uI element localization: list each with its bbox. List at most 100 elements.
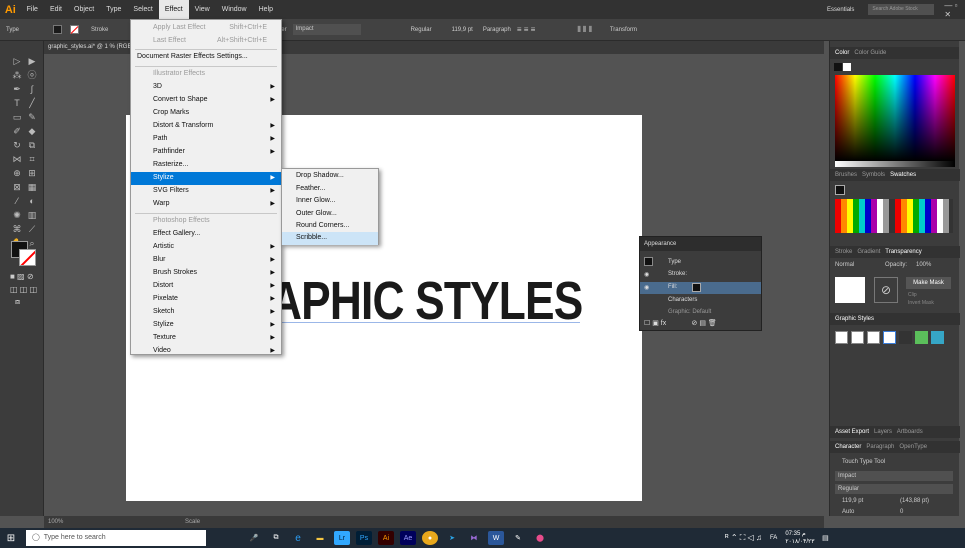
after-effects-icon[interactable]: Ae bbox=[400, 531, 416, 545]
menu-3d[interactable]: 3D ▶ bbox=[131, 81, 281, 94]
system-tray-icons[interactable]: ᴿ ⌃ ⛶ ◁ ♫ bbox=[725, 533, 762, 543]
menu-brush-strokes[interactable]: Brush Strokes ▶ bbox=[131, 267, 281, 280]
graphic-style-swatch[interactable] bbox=[915, 331, 928, 344]
menu-select[interactable]: Select bbox=[127, 0, 158, 19]
workspace-switcher[interactable]: Essentials bbox=[827, 7, 854, 13]
menu-type[interactable]: Type bbox=[100, 0, 127, 19]
edge-icon[interactable]: e bbox=[290, 531, 306, 545]
graphic-style-swatch[interactable] bbox=[835, 331, 848, 344]
character-font-field[interactable]: Impact bbox=[835, 471, 953, 481]
mesh-tool-icon[interactable]: ⊠ bbox=[10, 181, 24, 193]
menu-stylize-photoshop[interactable]: Stylize ▶ bbox=[131, 319, 281, 332]
shaper-tool-icon[interactable]: ✐ bbox=[10, 125, 24, 137]
swatches-panel-tabs[interactable]: Brushes Symbols Swatches bbox=[830, 169, 960, 181]
free-transform-tool-icon[interactable]: ⌗ bbox=[25, 153, 39, 165]
make-mask-button[interactable]: Make Mask bbox=[906, 277, 951, 289]
menu-video[interactable]: Video ▶ bbox=[131, 345, 281, 358]
menu-blur[interactable]: Blur ▶ bbox=[131, 254, 281, 267]
align-objects-icons[interactable]: ⫴ ⫴ ⫴ bbox=[577, 25, 592, 35]
appearance-panel-footer-icons[interactable]: ☐ ▣ fx ⊘ ▤ 🗑 bbox=[644, 319, 717, 327]
menu-object[interactable]: Object bbox=[68, 0, 100, 19]
perspective-grid-tool-icon[interactable]: ⊞ bbox=[25, 167, 39, 179]
clip-checkbox[interactable]: Clip bbox=[908, 292, 917, 298]
menu-svg-filters[interactable]: SVG Filters ▶ bbox=[131, 185, 281, 198]
submenu-scribble[interactable]: Scribble... bbox=[282, 232, 378, 245]
app-icon[interactable]: ⧓ bbox=[466, 531, 482, 545]
rotate-tool-icon[interactable]: ↻ bbox=[10, 139, 24, 151]
menu-stylize-illustrator[interactable]: Stylize ▶ bbox=[131, 172, 281, 185]
swatch-grid[interactable] bbox=[835, 199, 953, 233]
submenu-outer-glow[interactable]: Outer Glow... bbox=[282, 208, 378, 221]
curvature-tool-icon[interactable]: ∫ bbox=[25, 83, 39, 95]
color-panel-tabs[interactable]: Color Color Guide bbox=[830, 47, 959, 59]
stroke-label[interactable]: Stroke bbox=[91, 27, 108, 33]
maps-pin-icon[interactable]: ⬤ bbox=[532, 531, 548, 545]
illustrator-icon[interactable]: Ai bbox=[378, 531, 394, 545]
eraser-tool-icon[interactable]: ◆ bbox=[25, 125, 39, 137]
draw-mode-icons[interactable]: ◫ ◫ ◫ bbox=[10, 285, 37, 294]
submenu-feather[interactable]: Feather... bbox=[282, 183, 378, 196]
stock-search-input[interactable]: Search Adobe Stock bbox=[868, 4, 935, 15]
screen-mode-icon[interactable]: ⧈ bbox=[15, 297, 20, 307]
graphic-style-swatch[interactable] bbox=[851, 331, 864, 344]
stroke-color-box[interactable] bbox=[19, 249, 36, 266]
invert-mask-checkbox[interactable]: Invert Mask bbox=[908, 300, 934, 306]
character-size-field[interactable]: 119,9 pt bbox=[842, 498, 863, 504]
artboard-tool-icon[interactable]: ⌘ bbox=[10, 223, 24, 235]
fill-swatch[interactable] bbox=[692, 283, 701, 292]
telegram-icon[interactable]: ➤ bbox=[444, 531, 460, 545]
graphic-style-swatch[interactable] bbox=[899, 331, 912, 344]
asset-export-tabs[interactable]: Asset Export Layers Artboards bbox=[830, 426, 960, 438]
menu-raster-effects-settings[interactable]: Document Raster Effects Settings... bbox=[131, 51, 281, 64]
submenu-drop-shadow[interactable]: Drop Shadow... bbox=[282, 170, 378, 183]
chrome-icon[interactable]: ● bbox=[422, 531, 438, 545]
appearance-panel-title[interactable]: Appearance bbox=[640, 237, 761, 251]
character-panel-tabs[interactable]: Character Paragraph OpenType bbox=[830, 441, 960, 453]
appearance-characters[interactable]: Characters bbox=[668, 297, 697, 303]
menu-effect-gallery[interactable]: Effect Gallery... bbox=[131, 228, 281, 241]
paintbrush-tool-icon[interactable]: ✎ bbox=[25, 111, 39, 123]
clock[interactable]: 07:35 م ۲۰۱۸/۰۴/۲۳ bbox=[785, 530, 814, 546]
character-leading-field[interactable]: (143,88 pt) bbox=[900, 498, 929, 504]
menu-edit[interactable]: Edit bbox=[44, 0, 68, 19]
graphic-style-swatch[interactable] bbox=[931, 331, 944, 344]
menu-file[interactable]: File bbox=[21, 0, 44, 19]
visibility-eye-icon[interactable]: ◉ bbox=[644, 284, 649, 291]
gradient-tool-icon[interactable]: ▦ bbox=[25, 181, 39, 193]
transparency-panel-tabs[interactable]: Stroke Gradient Transparency bbox=[830, 246, 960, 258]
task-view-icon[interactable]: ⧉ bbox=[268, 531, 284, 545]
notifications-icon[interactable]: ▤ bbox=[817, 531, 833, 545]
menu-path[interactable]: Path ▶ bbox=[131, 133, 281, 146]
align-icons[interactable]: ≡ ≡ ≡ bbox=[517, 25, 535, 34]
opacity-field[interactable]: 100% bbox=[916, 262, 931, 268]
slice-tool-icon[interactable]: ⟋ bbox=[25, 223, 39, 235]
lasso-tool-icon[interactable]: ⓞ bbox=[25, 69, 39, 81]
stroke-swatch[interactable] bbox=[70, 25, 80, 34]
selection-tool-icon[interactable]: ▷ bbox=[10, 55, 24, 67]
column-graph-tool-icon[interactable]: ▥ bbox=[25, 209, 39, 221]
grayscale-ramp[interactable] bbox=[835, 161, 955, 167]
magic-wand-tool-icon[interactable]: ⁂ bbox=[10, 69, 24, 81]
menu-rasterize[interactable]: Rasterize... bbox=[131, 159, 281, 172]
eyedropper-tool-icon[interactable]: ⁄ bbox=[10, 195, 24, 207]
file-explorer-icon[interactable]: ▬ bbox=[312, 531, 328, 545]
fill-swatch[interactable] bbox=[53, 25, 63, 34]
menu-distort[interactable]: Distort ▶ bbox=[131, 280, 281, 293]
submenu-inner-glow[interactable]: Inner Glow... bbox=[282, 195, 378, 208]
paint-icon[interactable]: ✎ bbox=[510, 531, 526, 545]
menu-texture[interactable]: Texture ▶ bbox=[131, 332, 281, 345]
touch-type-tool-button[interactable]: Touch Type Tool bbox=[842, 459, 885, 465]
font-family-field[interactable]: Impact bbox=[292, 24, 361, 35]
menu-warp[interactable]: Warp ▶ bbox=[131, 198, 281, 211]
direct-selection-tool-icon[interactable]: ▶ bbox=[25, 55, 39, 67]
visibility-eye-icon[interactable]: ◉ bbox=[644, 271, 649, 278]
menu-window[interactable]: Window bbox=[216, 0, 253, 19]
line-tool-icon[interactable]: ╱ bbox=[25, 97, 39, 109]
width-tool-icon[interactable]: ⋈ bbox=[10, 153, 24, 165]
lightroom-icon[interactable]: Lr bbox=[334, 531, 350, 545]
microphone-icon[interactable]: 🎤 bbox=[246, 531, 262, 545]
menu-artistic[interactable]: Artistic ▶ bbox=[131, 241, 281, 254]
menu-help[interactable]: Help bbox=[253, 0, 279, 19]
menu-convert-to-shape[interactable]: Convert to Shape ▶ bbox=[131, 94, 281, 107]
graphic-style-swatch[interactable] bbox=[867, 331, 880, 344]
